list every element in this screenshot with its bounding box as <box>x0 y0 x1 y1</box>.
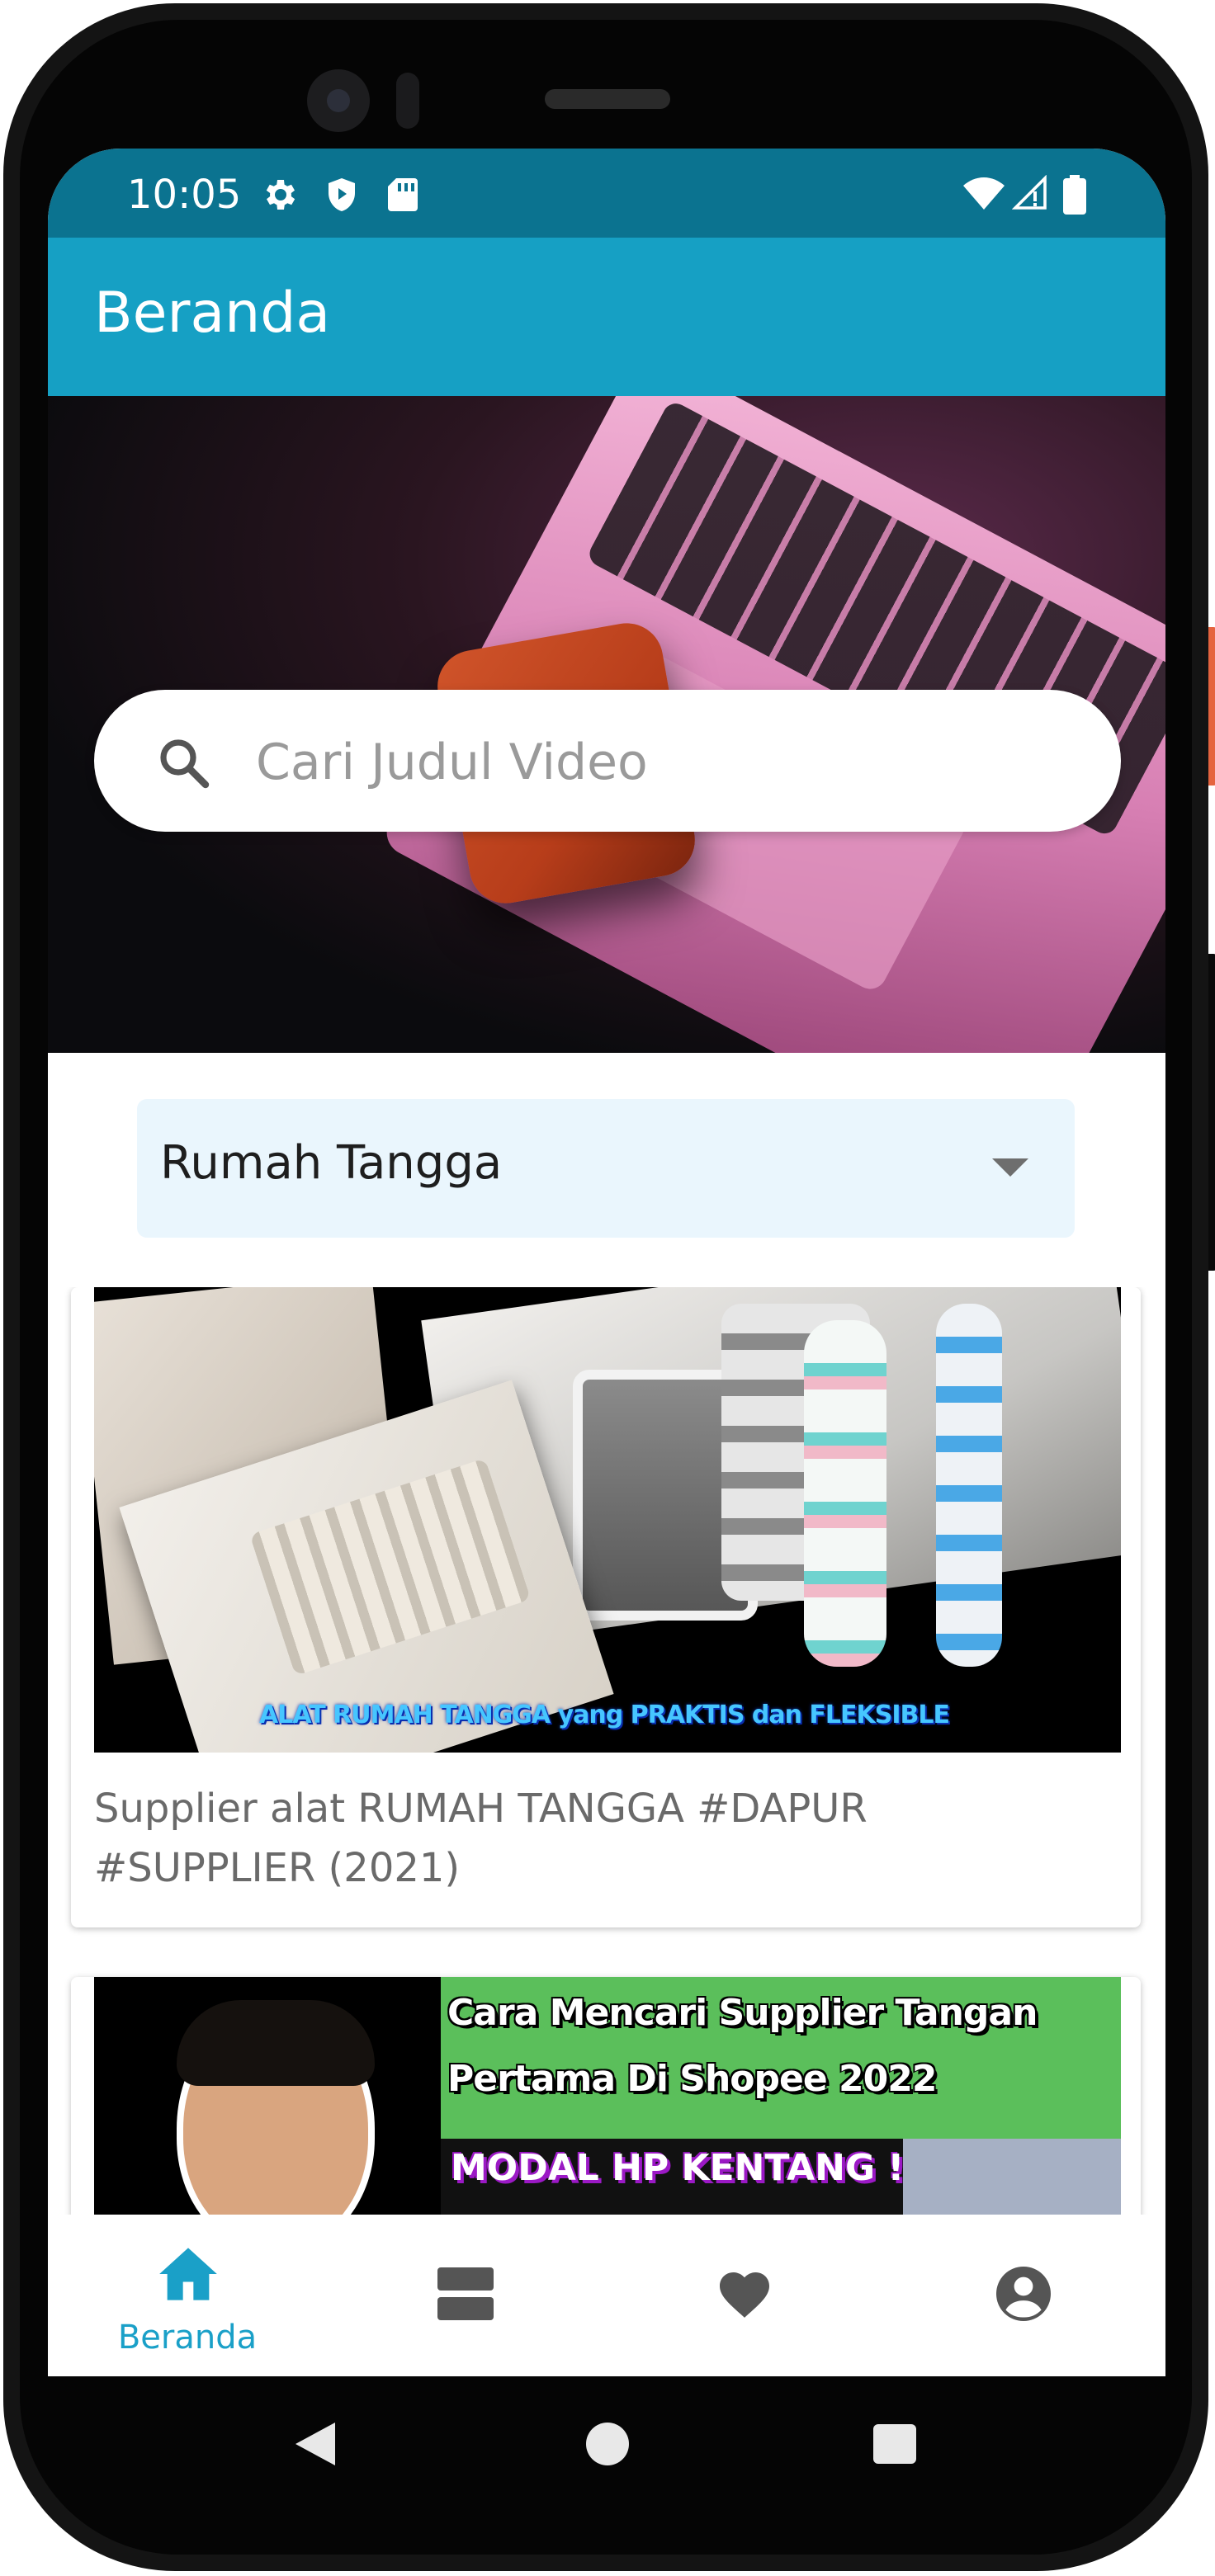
thumbnail-text-line: Cara Mencari Supplier Tangan <box>447 1993 1038 2035</box>
video-list[interactable]: ALAT RUMAH TANGGA yang PRAKTIS dan FLEKS… <box>48 1287 1165 2215</box>
thumbnail-text-line: MODAL HP KENTANG ! <box>451 2149 905 2190</box>
nav-item-profile[interactable] <box>885 2215 1164 2376</box>
proximity-sensor <box>396 73 419 129</box>
heart-icon <box>720 2272 769 2318</box>
video-card[interactable]: Cara Mencari Supplier Tangan Pertama Di … <box>71 1977 1141 2215</box>
app-screen: 10:05 Beranda Cari Judul Video Rumah Tan… <box>48 149 1165 2376</box>
status-bar: 10:05 <box>48 149 1165 238</box>
video-thumbnail[interactable]: ALAT RUMAH TANGGA yang PRAKTIS dan FLEKS… <box>94 1287 1121 1753</box>
video-thumbnail[interactable]: Cara Mencari Supplier Tangan Pertama Di … <box>94 1977 1121 2215</box>
account-circle-icon <box>996 2267 1051 2321</box>
back-icon[interactable] <box>295 2423 335 2465</box>
battery-icon <box>1063 175 1086 215</box>
wifi-icon <box>963 177 1005 210</box>
settings-icon <box>266 180 295 210</box>
home-circle-icon[interactable] <box>586 2423 629 2465</box>
earpiece-speaker <box>545 89 670 109</box>
nav-item-favorites[interactable] <box>606 2215 885 2376</box>
dropdown-arrow-icon <box>992 1158 1028 1177</box>
banner-carousel[interactable] <box>48 396 1165 1053</box>
nav-label: Beranda <box>117 2317 258 2357</box>
search-icon <box>160 739 210 789</box>
volume-button <box>1208 954 1215 1271</box>
app-bar: Beranda <box>48 238 1165 396</box>
search-input[interactable] <box>253 719 1052 805</box>
page-title: Beranda <box>94 281 331 347</box>
bottom-navigation: Beranda <box>48 2215 1165 2376</box>
shield-play-icon <box>329 178 355 211</box>
nav-item-categories[interactable] <box>327 2215 606 2376</box>
sd-card-icon <box>388 178 418 211</box>
view-agenda-icon <box>437 2267 494 2320</box>
signal-icon <box>1012 175 1047 210</box>
category-selected-value: Rumah Tangga <box>160 1135 503 1190</box>
video-title: Supplier alat RUMAH TANGGA #DAPUR #SUPPL… <box>94 1786 868 1891</box>
search-bar[interactable] <box>94 690 1121 832</box>
front-camera <box>307 69 370 132</box>
system-navigation-bar <box>48 2376 1165 2515</box>
status-time: 10:05 <box>127 172 242 218</box>
thumbnail-text-line: Pertama Di Shopee 2022 <box>447 2059 938 2101</box>
home-icon <box>159 2248 217 2300</box>
power-button <box>1208 627 1215 786</box>
category-dropdown[interactable]: Rumah Tangga <box>137 1099 1075 1238</box>
thumbnail-caption: ALAT RUMAH TANGGA yang PRAKTIS dan FLEKS… <box>259 1700 950 1729</box>
recents-icon[interactable] <box>873 2424 916 2464</box>
nav-item-beranda[interactable]: Beranda <box>48 2215 327 2376</box>
video-card[interactable]: ALAT RUMAH TANGGA yang PRAKTIS dan FLEKS… <box>71 1287 1141 1927</box>
